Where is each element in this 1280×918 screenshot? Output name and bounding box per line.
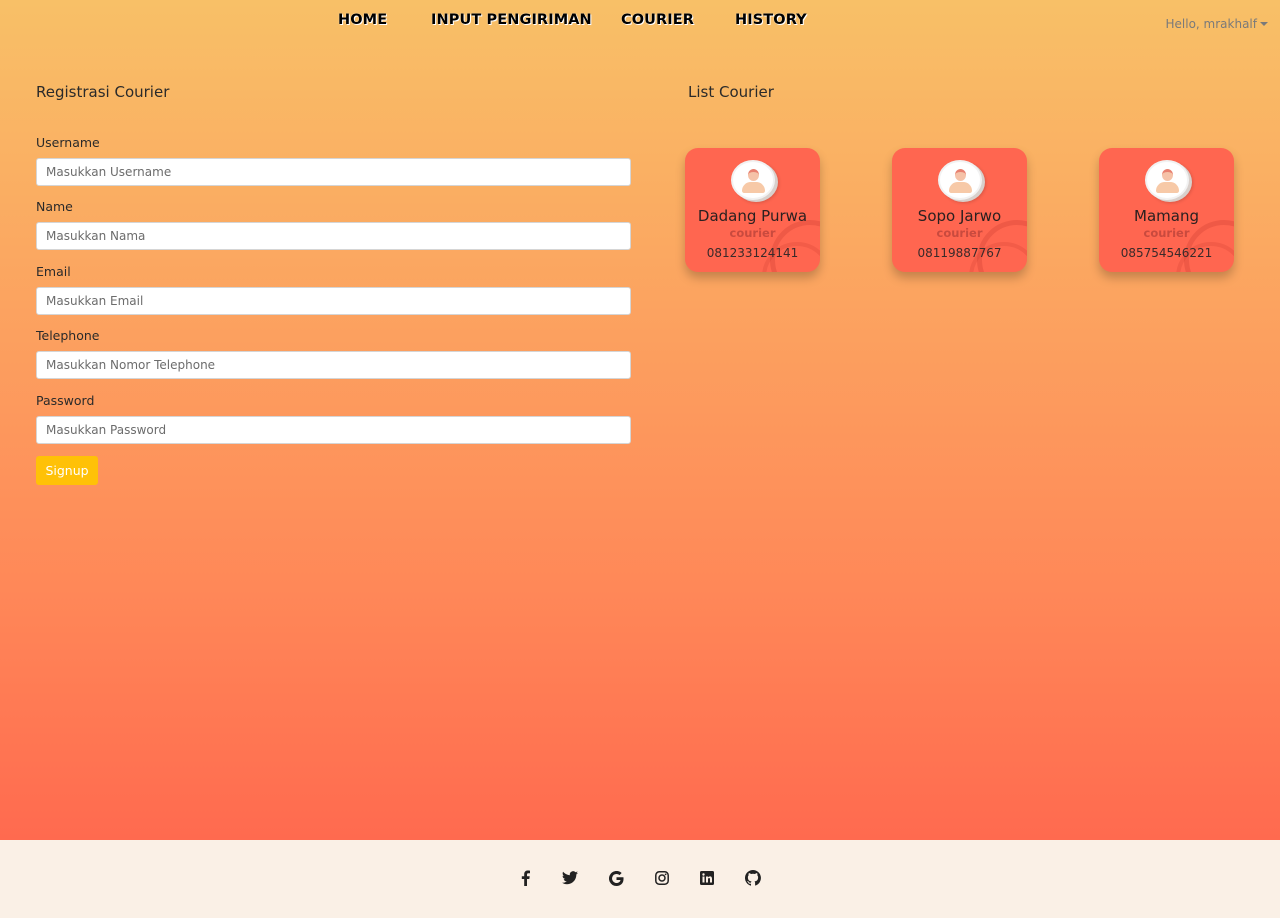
avatar-icon	[1144, 160, 1189, 200]
signup-button[interactable]: Signup	[36, 456, 98, 485]
form-title: Registrasi Courier	[36, 83, 170, 101]
courier-card[interactable]: Mamang courier 085754546221	[1099, 148, 1234, 272]
footer-social-links	[0, 868, 1280, 888]
nav-history[interactable]: HISTORY	[735, 12, 807, 30]
github-icon[interactable]	[743, 868, 763, 888]
caret-down-icon	[1260, 22, 1268, 26]
telephone-input[interactable]	[36, 351, 631, 379]
nav-home[interactable]: HOME	[338, 12, 387, 30]
courier-name: Sopo Jarwo	[917, 207, 1002, 225]
facebook-icon[interactable]	[515, 868, 535, 888]
email-input[interactable]	[36, 287, 631, 315]
courier-card[interactable]: Dadang Purwa courier 081233124141	[685, 148, 820, 272]
name-input[interactable]	[36, 222, 631, 250]
courier-name: Dadang Purwa	[697, 207, 808, 225]
nav-courier[interactable]: COURIER	[621, 12, 694, 30]
avatar-icon	[937, 160, 982, 200]
linkedin-icon[interactable]	[697, 868, 717, 888]
password-label: Password	[36, 393, 95, 408]
username-label: Username	[36, 135, 100, 150]
courier-card[interactable]: Sopo Jarwo courier 08119887767	[892, 148, 1027, 272]
courier-role: courier	[729, 226, 776, 240]
username-input[interactable]	[36, 158, 631, 186]
user-menu-dropdown[interactable]: Hello, mrakhalf	[1165, 16, 1268, 32]
main-content: HOME INPUT PENGIRIMAN COURIER HISTORY He…	[0, 0, 1280, 840]
courier-phone: 081233124141	[706, 246, 799, 260]
courier-name: Mamang	[1134, 207, 1199, 225]
courier-list-title: List Courier	[688, 83, 774, 101]
name-label: Name	[36, 199, 73, 214]
user-greeting: Hello, mrakhalf	[1165, 17, 1258, 31]
password-input[interactable]	[36, 416, 631, 444]
courier-phone: 08119887767	[917, 246, 1002, 260]
telephone-label: Telephone	[36, 328, 100, 343]
twitter-icon[interactable]	[560, 868, 580, 888]
nav-input-pengiriman[interactable]: INPUT PENGIRIMAN	[431, 12, 592, 30]
google-icon[interactable]	[606, 868, 626, 888]
avatar-icon	[730, 160, 775, 200]
email-label: Email	[36, 264, 71, 279]
courier-role: courier	[936, 226, 983, 240]
courier-phone: 085754546221	[1120, 246, 1213, 260]
courier-role: courier	[1143, 226, 1190, 240]
instagram-icon[interactable]	[652, 868, 672, 888]
